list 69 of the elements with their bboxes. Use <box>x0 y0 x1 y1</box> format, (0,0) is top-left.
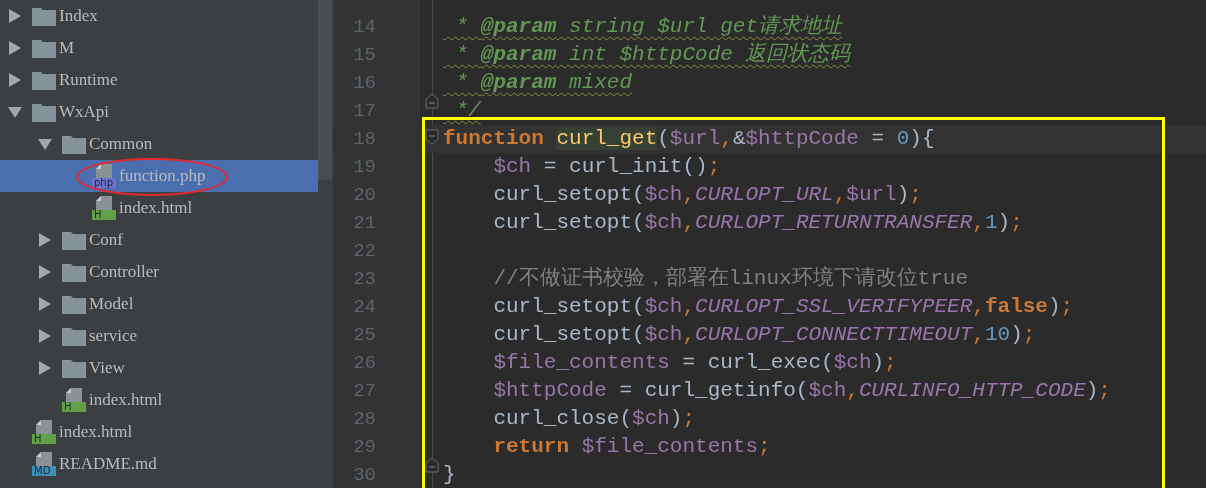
folder-icon <box>32 6 56 26</box>
collapsed-arrow-icon[interactable] <box>38 297 52 311</box>
tree-item-label: Controller <box>89 261 159 284</box>
code-line: $httpCode = curl_getinfo($ch,CURLINFO_HTTP_CODE); <box>492 378 1111 404</box>
tree-item[interactable]: H index.html <box>0 384 318 416</box>
tree-item-label: index.html <box>59 421 133 444</box>
code-line: $file_contents = curl_exec($ch); <box>492 350 897 376</box>
collapsed-arrow-icon[interactable] <box>8 73 22 87</box>
tree-item[interactable]: Model <box>0 288 318 320</box>
tree-item[interactable]: MD README.md <box>0 448 318 480</box>
tree-item[interactable]: View <box>0 352 318 384</box>
tree-item[interactable]: service <box>0 320 318 352</box>
folder-icon <box>32 70 56 90</box>
tree-item-label: View <box>89 357 125 380</box>
code-line: } <box>443 462 456 488</box>
tree-item-label: function.php <box>119 165 206 188</box>
code-line: return $file_contents; <box>492 434 771 460</box>
tree-item-label: Model <box>89 293 134 316</box>
tree-item-label: Common <box>89 133 153 156</box>
folder-icon <box>62 326 86 346</box>
collapsed-arrow-icon[interactable] <box>8 41 22 55</box>
fold-marker-icon[interactable] <box>425 93 439 109</box>
folder-icon <box>62 134 86 154</box>
tree-item-label: Runtime <box>59 69 118 92</box>
code-line: curl_setopt($ch,CURLOPT_SSL_VERIFYPEER,false); <box>492 294 1074 320</box>
collapsed-arrow-icon[interactable] <box>38 265 52 279</box>
tree-item-label: Index <box>59 5 98 28</box>
code-line: curl_setopt($ch,CURLOPT_RETURNTRANSFER,1); <box>492 210 1023 236</box>
collapsed-arrow-icon[interactable] <box>8 9 22 23</box>
tree-item-label: M <box>59 37 75 60</box>
tree-item[interactable]: WxApi <box>0 96 318 128</box>
tree-item[interactable]: Controller <box>0 256 318 288</box>
code-line: curl_close($ch); <box>492 406 696 432</box>
code-line: curl_setopt($ch,CURLOPT_CONNECTTIMEOUT,10); <box>492 322 1036 348</box>
tree-item[interactable]: Index <box>0 0 318 32</box>
collapsed-arrow-icon[interactable] <box>38 329 52 343</box>
tree-item-label: Conf <box>89 229 123 252</box>
collapsed-arrow-icon[interactable] <box>38 361 52 375</box>
tree-item-label: index.html <box>89 389 163 412</box>
fold-marker-icon[interactable] <box>425 457 439 473</box>
folder-icon <box>62 262 86 282</box>
folder-icon <box>32 102 56 122</box>
tree-item[interactable]: H index.html <box>0 192 318 224</box>
folder-icon <box>62 294 86 314</box>
doc-comment-line: * @param int $httpCode 返回状态码 <box>454 41 851 68</box>
code-line: function curl_get($url,&$httpCode = 0){ <box>443 126 935 152</box>
expanded-arrow-icon[interactable] <box>38 137 52 151</box>
fold-marker-icon[interactable] <box>425 129 439 145</box>
tree-item[interactable]: Conf <box>0 224 318 256</box>
code-line: curl_setopt($ch,CURLOPT_URL,$url); <box>492 182 922 208</box>
doc-comment-line: */ <box>454 98 481 124</box>
folder-icon <box>32 38 56 58</box>
comment-line: //不做证书校验，部署在linux环境下请改位true <box>492 265 969 292</box>
folder-icon <box>62 230 86 250</box>
tree-item[interactable]: M <box>0 32 318 64</box>
tree-item-label: service <box>89 325 138 348</box>
tree-item[interactable]: H index.html <box>0 416 318 448</box>
tree-item[interactable]: Runtime <box>0 64 318 96</box>
tree-item-label: WxApi <box>59 101 110 124</box>
doc-comment-line: * @param mixed <box>454 70 633 96</box>
collapsed-arrow-icon[interactable] <box>38 233 52 247</box>
expanded-arrow-icon[interactable] <box>8 105 22 119</box>
folder-icon <box>62 358 86 378</box>
scrollbar-thumb[interactable] <box>318 0 332 180</box>
tree-item-label: README.md <box>59 453 157 476</box>
tree-item[interactable]: Common <box>0 128 318 160</box>
tree-item-label: index.html <box>119 197 193 220</box>
doc-comment-line: * @param string $url get请求地址 <box>454 13 843 40</box>
code-line: $ch = curl_init(); <box>492 154 721 180</box>
